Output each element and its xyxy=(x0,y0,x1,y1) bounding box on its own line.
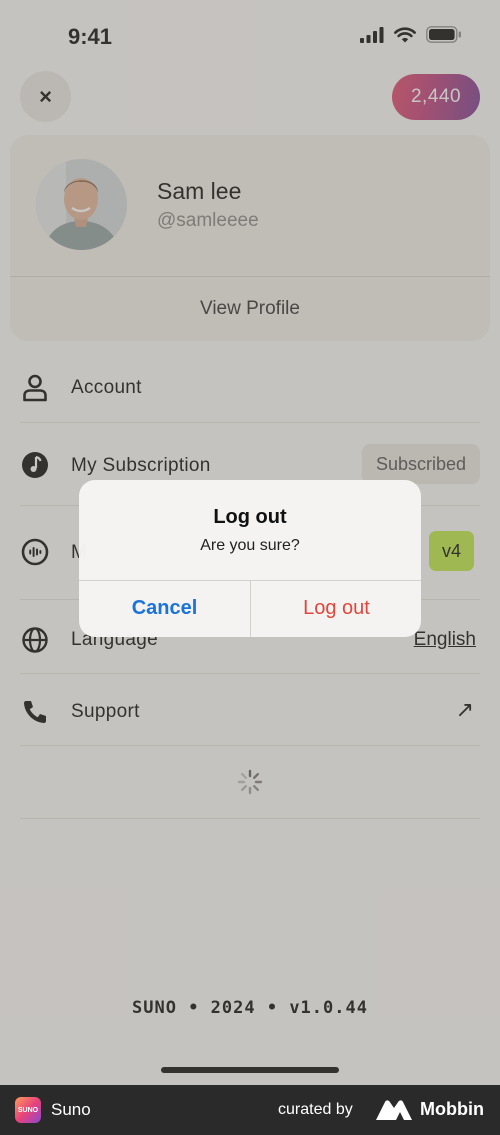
logout-dialog: Log out Are you sure? Cancel Log out xyxy=(79,480,421,637)
suno-app-icon: SUNO xyxy=(15,1097,41,1123)
attribution-bar: SUNO Suno curated by Mobbin xyxy=(0,1085,500,1135)
mobbin-logo-icon xyxy=(376,1100,412,1120)
confirm-logout-button[interactable]: Log out xyxy=(251,580,421,637)
dialog-title: Log out xyxy=(213,506,287,528)
app-name: Suno xyxy=(51,1100,91,1119)
mobbin-brand: Mobbin xyxy=(420,1099,484,1119)
dialog-message: Are you sure? xyxy=(200,537,300,554)
cancel-button[interactable]: Cancel xyxy=(79,580,250,637)
curated-by-label: curated by xyxy=(278,1101,353,1118)
